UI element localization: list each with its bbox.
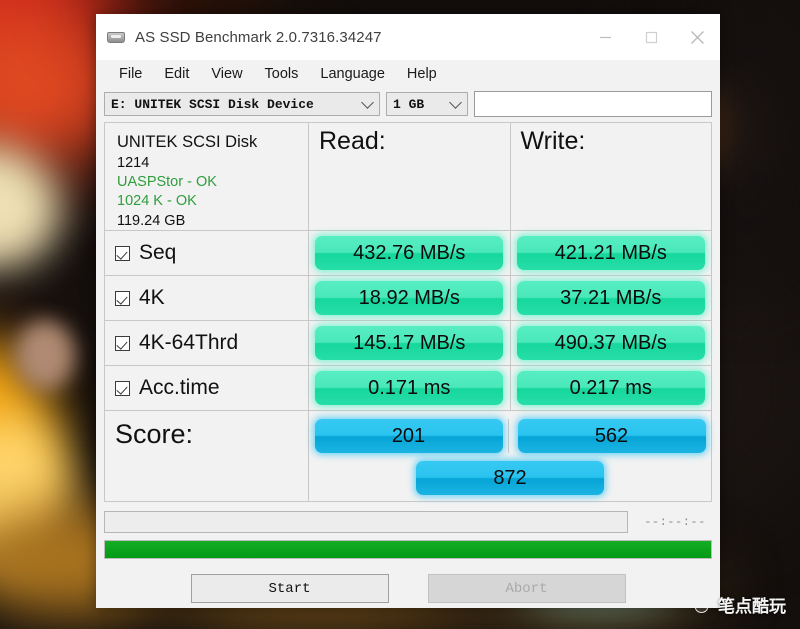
size-select-value: 1 GB bbox=[393, 96, 425, 112]
device-firmware: 1214 bbox=[117, 154, 150, 171]
score-read-cell: 201 bbox=[309, 419, 509, 453]
device-info-panel: UNITEK SCSI Disk 1214 UASPStor - OK 1024… bbox=[105, 123, 309, 230]
menu-item-file[interactable]: File bbox=[108, 64, 153, 84]
menu-item-help[interactable]: Help bbox=[396, 64, 448, 84]
acctime-read-cell: 0.171 ms bbox=[309, 366, 511, 410]
menu-item-language[interactable]: Language bbox=[309, 64, 396, 84]
size-select[interactable]: 1 GB bbox=[386, 92, 468, 116]
test-acctime-label-cell: Acc.time bbox=[105, 366, 309, 410]
device-capacity: 119.24 GB bbox=[117, 212, 186, 229]
result-pill: 421.21 MB/s bbox=[516, 236, 705, 270]
result-pill: 0.171 ms bbox=[315, 371, 504, 405]
maximize-icon[interactable] bbox=[628, 14, 674, 60]
4k64thrd-read-cell: 145.17 MB/s bbox=[309, 321, 511, 365]
elapsed-time: --:--:-- bbox=[644, 515, 706, 529]
write-column-header: Write: bbox=[511, 123, 712, 230]
watermark: 笔点酷玩 bbox=[685, 592, 786, 617]
title-bar: AS SSD Benchmark 2.0.7316.34247 bbox=[96, 14, 720, 60]
drive-select-value: E: UNITEK SCSI Disk Device bbox=[111, 96, 314, 112]
wechat-icon bbox=[685, 594, 711, 616]
window-title: AS SSD Benchmark 2.0.7316.34247 bbox=[135, 28, 382, 46]
menu-item-view[interactable]: View bbox=[200, 64, 253, 84]
button-row: Start Abort bbox=[104, 574, 712, 603]
driver-status: UASPStor - OK bbox=[117, 174, 217, 191]
test-seq-label-cell: Seq bbox=[105, 231, 309, 275]
chevron-down-icon bbox=[449, 96, 462, 109]
content-area: UNITEK SCSI Disk 1214 UASPStor - OK 1024… bbox=[96, 122, 720, 608]
menu-item-edit[interactable]: Edit bbox=[153, 64, 200, 84]
results-grid: UNITEK SCSI Disk 1214 UASPStor - OK 1024… bbox=[104, 122, 712, 502]
score-pill-read: 201 bbox=[314, 419, 503, 453]
result-pill: 18.92 MB/s bbox=[315, 281, 504, 315]
menu-bar: File Edit View Tools Language Help bbox=[96, 60, 720, 88]
4k-write-cell: 37.21 MB/s bbox=[511, 276, 712, 320]
abort-button: Abort bbox=[427, 574, 626, 603]
score-values-area: 201 562 872 bbox=[309, 411, 711, 501]
drive-select[interactable]: E: UNITEK SCSI Disk Device bbox=[104, 92, 380, 116]
table-row: Seq 432.76 MB/s 421.21 MB/s bbox=[105, 231, 711, 276]
test-name: Acc.time bbox=[139, 376, 220, 399]
score-pill-write: 562 bbox=[517, 419, 706, 453]
selector-row: E: UNITEK SCSI Disk Device 1 GB bbox=[96, 88, 720, 122]
score-write-cell: 562 bbox=[512, 419, 711, 453]
progress-bar-fill bbox=[105, 541, 711, 558]
device-name: UNITEK SCSI Disk bbox=[117, 133, 258, 151]
score-row: Score: 201 562 872 bbox=[105, 411, 711, 501]
progress-bar bbox=[104, 540, 712, 559]
seq-write-cell: 421.21 MB/s bbox=[511, 231, 712, 275]
table-row: 4K 18.92 MB/s 37.21 MB/s bbox=[105, 276, 711, 321]
acctime-write-cell: 0.217 ms bbox=[511, 366, 712, 410]
score-top-row: 201 562 bbox=[309, 419, 711, 453]
checkbox-4k[interactable] bbox=[115, 290, 130, 306]
result-pill: 145.17 MB/s bbox=[315, 326, 504, 360]
checkbox-4k-64thrd[interactable] bbox=[115, 335, 130, 351]
score-label-cell: Score: bbox=[105, 411, 309, 501]
checkbox-acc-time[interactable] bbox=[115, 380, 130, 396]
minimize-icon[interactable] bbox=[582, 14, 628, 60]
table-row: 4K-64Thrd 145.17 MB/s 490.37 MB/s bbox=[105, 321, 711, 366]
info-text-input[interactable] bbox=[474, 91, 712, 117]
test-name: Seq bbox=[139, 241, 177, 264]
test-name: 4K bbox=[139, 286, 165, 309]
as-ssd-benchmark-window: AS SSD Benchmark 2.0.7316.34247 File Edi… bbox=[96, 14, 720, 608]
checkbox-seq[interactable] bbox=[115, 245, 130, 261]
test-name: 4K-64Thrd bbox=[139, 331, 239, 354]
4k-read-cell: 18.92 MB/s bbox=[309, 276, 511, 320]
grid-header-row: UNITEK SCSI Disk 1214 UASPStor - OK 1024… bbox=[105, 123, 711, 231]
read-column-label: Read: bbox=[319, 127, 386, 155]
start-button[interactable]: Start bbox=[190, 574, 389, 603]
score-pill-total: 872 bbox=[416, 461, 604, 495]
write-column-label: Write: bbox=[520, 127, 586, 155]
read-column-header: Read: bbox=[309, 123, 511, 230]
seq-read-cell: 432.76 MB/s bbox=[309, 231, 511, 275]
status-row: --:--:-- bbox=[104, 511, 712, 533]
score-label: Score: bbox=[115, 419, 194, 449]
result-pill: 490.37 MB/s bbox=[516, 326, 705, 360]
table-row: Acc.time 0.171 ms 0.217 ms bbox=[105, 366, 711, 411]
close-icon[interactable] bbox=[674, 14, 720, 60]
disk-drive-icon bbox=[106, 27, 126, 47]
watermark-text: 笔点酷玩 bbox=[718, 597, 786, 616]
test-4k-label-cell: 4K bbox=[105, 276, 309, 320]
window-controls bbox=[582, 14, 720, 60]
4k64thrd-write-cell: 490.37 MB/s bbox=[511, 321, 712, 365]
alignment-status: 1024 K - OK bbox=[117, 193, 197, 210]
test-4k64thrd-label-cell: 4K-64Thrd bbox=[105, 321, 309, 365]
status-message-box bbox=[104, 511, 628, 533]
chevron-down-icon bbox=[361, 96, 374, 109]
menu-item-tools[interactable]: Tools bbox=[254, 64, 310, 84]
result-pill: 0.217 ms bbox=[516, 371, 705, 405]
result-pill: 432.76 MB/s bbox=[315, 236, 504, 270]
result-pill: 37.21 MB/s bbox=[516, 281, 705, 315]
